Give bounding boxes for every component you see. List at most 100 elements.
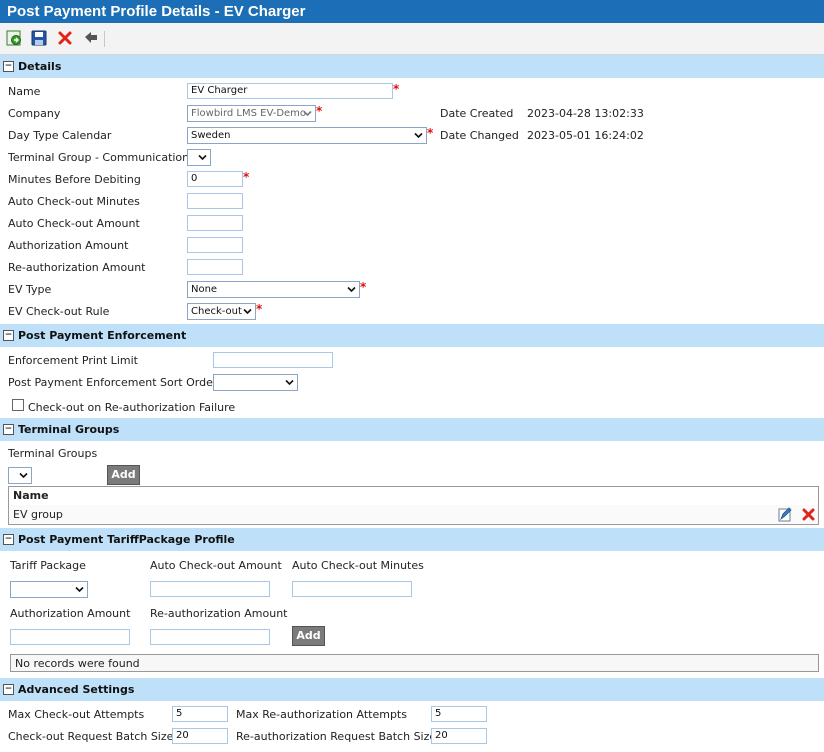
collapse-icon[interactable]: − <box>3 330 14 341</box>
chevron-down-icon <box>347 284 356 299</box>
max-checkout-attempts-label: Max Check-out Attempts <box>8 708 145 721</box>
enforcement-print-limit-input[interactable] <box>213 352 333 368</box>
enforcement-sort-order-label: Post Payment Enforcement Sort Order <box>8 376 218 389</box>
company-select[interactable]: Flowbird LMS EV-Demo <box>187 105 316 122</box>
authorization-amount-label: Authorization Amount <box>8 239 129 252</box>
tariff-auto-checkout-amount-input[interactable] <box>150 581 270 597</box>
reauthorization-batch-size-label: Re-authorization Request Batch Size <box>236 730 437 743</box>
chevron-down-icon <box>243 306 252 321</box>
section-title: Terminal Groups <box>18 423 120 436</box>
ev-checkout-rule-select[interactable]: Check-out <box>187 303 256 320</box>
company-value: Flowbird LMS EV-Demo <box>191 108 307 119</box>
enforcement-print-limit-label: Enforcement Print Limit <box>8 354 138 367</box>
save-new-icon[interactable] <box>5 29 23 47</box>
enforcement-sort-order-select[interactable] <box>213 374 298 391</box>
tariff-grid: No records were found <box>10 654 819 672</box>
tariff-auto-checkout-minutes-input[interactable] <box>292 581 412 597</box>
delete-row-icon[interactable] <box>801 507 816 522</box>
reauthorization-amount-label: Re-authorization Amount <box>8 261 146 274</box>
edit-icon[interactable] <box>778 507 793 522</box>
max-checkout-attempts-input[interactable]: 5 <box>172 706 228 722</box>
toolbar <box>0 23 824 55</box>
auto-checkout-minutes-label: Auto Check-out Minutes <box>8 195 140 208</box>
auto-checkout-minutes-input[interactable] <box>187 193 243 209</box>
tariff-reauthorization-amount-label: Re-authorization Amount <box>150 607 288 620</box>
section-title: Advanced Settings <box>18 683 135 696</box>
day-type-value: Sweden <box>191 130 231 141</box>
table-cell-name: EV group <box>13 508 63 521</box>
reauthorization-amount-input[interactable] <box>187 259 243 275</box>
required-marker: * <box>393 82 400 96</box>
auto-checkout-amount-label: Auto Check-out Amount <box>8 217 140 230</box>
section-title: Post Payment Enforcement <box>18 329 187 342</box>
collapse-icon[interactable]: − <box>3 61 14 72</box>
tariff-auto-checkout-amount-label: Auto Check-out Amount <box>150 559 282 572</box>
checkout-on-failure-label: Check-out on Re-authorization Failure <box>28 401 236 414</box>
tariff-reauthorization-amount-input[interactable] <box>150 629 270 645</box>
ev-checkout-rule-label: EV Check-out Rule <box>8 305 110 318</box>
collapse-icon[interactable]: − <box>3 534 14 545</box>
section-title: Post Payment TariffPackage Profile <box>18 533 235 546</box>
authorization-amount-input[interactable] <box>187 237 243 253</box>
checkout-batch-size-label: Check-out Request Batch Size <box>8 730 174 743</box>
date-created-value: 2023-04-28 13:02:33 <box>527 107 644 120</box>
add-terminal-group-button[interactable]: Add <box>107 465 140 485</box>
table-row[interactable]: EV group <box>9 505 818 524</box>
chevron-down-icon <box>414 130 423 145</box>
terminal-group-communication-label: Terminal Group - Communication <box>8 151 190 164</box>
window-title: Post Payment Profile Details - EV Charge… <box>0 0 824 23</box>
toolbar-separator <box>104 31 105 47</box>
back-icon[interactable] <box>82 29 100 47</box>
reauthorization-batch-size-input[interactable]: 20 <box>431 728 487 744</box>
date-changed-label: Date Changed <box>440 129 519 142</box>
required-marker: * <box>243 170 250 184</box>
tariff-authorization-amount-label: Authorization Amount <box>10 607 131 620</box>
ev-type-label: EV Type <box>8 283 52 296</box>
save-icon[interactable] <box>30 29 48 47</box>
required-marker: * <box>256 302 263 316</box>
details-section-header[interactable]: − Details <box>0 55 824 78</box>
terminal-groups-select[interactable] <box>8 467 32 484</box>
required-marker: * <box>360 280 367 294</box>
advanced-section-header[interactable]: − Advanced Settings <box>0 678 824 701</box>
chevron-down-icon <box>285 377 294 392</box>
checkout-batch-size-input[interactable]: 20 <box>172 728 228 744</box>
delete-icon[interactable] <box>56 29 74 47</box>
checkout-on-failure-checkbox[interactable] <box>12 399 24 411</box>
tariff-package-select[interactable] <box>10 581 88 598</box>
empty-message: No records were found <box>15 657 140 670</box>
terminal-groups-section-header[interactable]: − Terminal Groups <box>0 418 824 441</box>
section-title: Details <box>18 60 62 73</box>
name-input[interactable]: EV Charger <box>187 83 393 99</box>
tariff-section-header[interactable]: − Post Payment TariffPackage Profile <box>0 528 824 551</box>
date-changed-value: 2023-05-01 16:24:02 <box>527 129 644 142</box>
company-label: Company <box>8 107 61 120</box>
terminal-group-communication-select[interactable] <box>187 149 211 166</box>
add-tariff-button[interactable]: Add <box>292 626 325 646</box>
day-type-calendar-select[interactable]: Sweden <box>187 127 427 144</box>
collapse-icon[interactable]: − <box>3 684 14 695</box>
terminal-groups-label: Terminal Groups <box>8 447 98 460</box>
ev-type-select[interactable]: None <box>187 281 360 298</box>
day-type-calendar-label: Day Type Calendar <box>8 129 112 142</box>
required-marker: * <box>316 104 323 118</box>
chevron-down-icon <box>75 584 84 599</box>
minutes-before-debiting-input[interactable]: 0 <box>187 171 243 187</box>
enforcement-section-header[interactable]: − Post Payment Enforcement <box>0 324 824 347</box>
chevron-down-icon <box>303 108 312 123</box>
ev-type-value: None <box>191 284 218 295</box>
required-marker: * <box>427 126 434 140</box>
collapse-icon[interactable]: − <box>3 424 14 435</box>
tariff-auto-checkout-minutes-label: Auto Check-out Minutes <box>292 559 424 572</box>
auto-checkout-amount-input[interactable] <box>187 215 243 231</box>
grid-header-name: Name <box>13 489 49 502</box>
max-reauthorization-attempts-label: Max Re-authorization Attempts <box>236 708 407 721</box>
ev-checkout-rule-value: Check-out <box>191 306 242 317</box>
date-created-label: Date Created <box>440 107 514 120</box>
chevron-down-icon <box>198 152 207 167</box>
name-label: Name <box>8 85 41 98</box>
max-reauthorization-attempts-input[interactable]: 5 <box>431 706 487 722</box>
tariff-authorization-amount-input[interactable] <box>10 629 130 645</box>
chevron-down-icon <box>19 470 28 485</box>
terminal-groups-grid: Name EV group <box>8 486 819 525</box>
